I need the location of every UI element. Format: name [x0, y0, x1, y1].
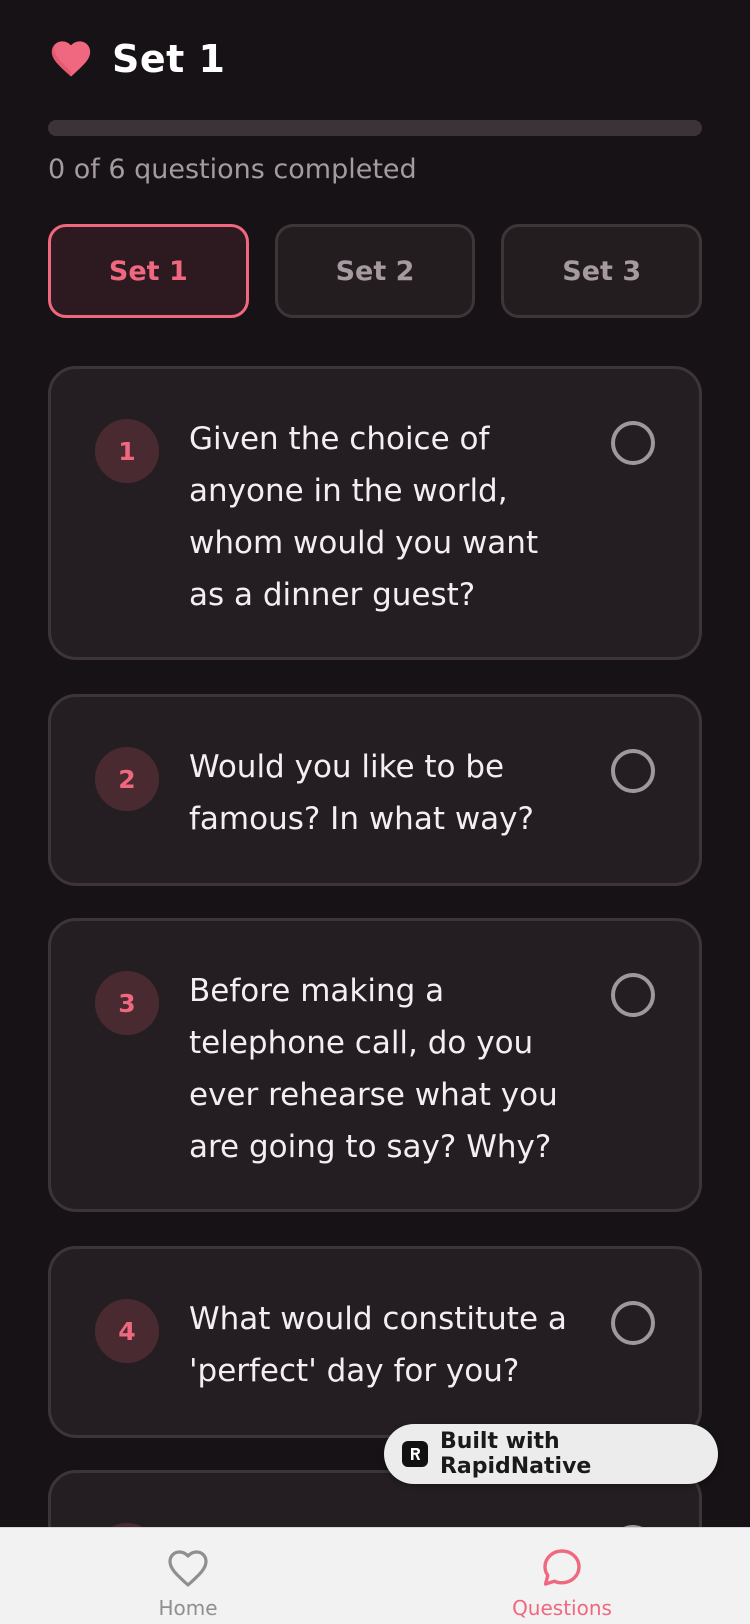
- question-text: Would you like to be famous? In what way…: [189, 749, 534, 837]
- question-list[interactable]: 1 Given the choice of anyone in the worl…: [0, 366, 750, 1527]
- heart-icon: [51, 41, 91, 77]
- tab-questions-label: Questions: [512, 1596, 612, 1620]
- heart-outline-icon: [168, 1550, 208, 1587]
- question-text: Before making a telephone call, do you e…: [189, 973, 558, 1165]
- complete-checkbox[interactable]: [611, 421, 655, 465]
- question-number-badge: 2: [95, 747, 159, 811]
- question-card[interactable]: 4 What would constitute a 'perfect' day …: [48, 1246, 702, 1438]
- page-title: Set 1: [112, 37, 226, 81]
- complete-checkbox[interactable]: [611, 1301, 655, 1345]
- question-number-badge: 4: [95, 1299, 159, 1363]
- chat-bubble-icon: [543, 1549, 581, 1586]
- question-card[interactable]: 3 Before making a telephone call, do you…: [48, 918, 702, 1212]
- header: Set 1: [48, 36, 225, 82]
- progress-bar: [48, 120, 702, 136]
- tab-home-label: Home: [158, 1596, 218, 1620]
- badge-text: Built with RapidNative: [439, 1429, 592, 1479]
- tab-label: Set 3: [562, 255, 642, 287]
- question-number-badge: 1: [95, 419, 159, 483]
- question-card[interactable]: 1 Given the choice of anyone in the worl…: [48, 366, 702, 660]
- built-with-badge[interactable]: Built with RapidNative: [384, 1424, 718, 1484]
- tab-label: Set 1: [108, 255, 188, 287]
- app-screen: Set 1 0 of 6 questions completed Set 1 S…: [0, 0, 750, 1624]
- tab-set-3[interactable]: Set 3: [501, 224, 703, 318]
- tab-set-1[interactable]: Set 1: [48, 224, 249, 318]
- question-number: 4: [118, 1316, 136, 1346]
- question-number: 1: [118, 436, 136, 466]
- bottom-tab-bar: Home Questions: [0, 1527, 750, 1624]
- question-number: 3: [118, 988, 136, 1018]
- rapidnative-logo-icon: [402, 1441, 428, 1467]
- set-tabs: Set 1 Set 2 Set 3: [48, 224, 703, 318]
- progress-text: 0 of 6 questions completed: [48, 154, 417, 185]
- tab-home[interactable]: Home: [78, 1528, 298, 1624]
- complete-checkbox[interactable]: [611, 973, 655, 1017]
- question-number-badge: 3: [95, 971, 159, 1035]
- question-text: What would constitute a 'perfect' day fo…: [189, 1301, 567, 1389]
- tab-questions[interactable]: Questions: [452, 1528, 672, 1624]
- tab-label: Set 2: [335, 255, 415, 287]
- tab-set-2[interactable]: Set 2: [274, 224, 476, 318]
- question-text: Given the choice of anyone in the world,…: [189, 421, 539, 613]
- complete-checkbox[interactable]: [611, 749, 655, 793]
- question-card[interactable]: 2 Would you like to be famous? In what w…: [48, 694, 702, 886]
- question-number: 2: [118, 764, 136, 794]
